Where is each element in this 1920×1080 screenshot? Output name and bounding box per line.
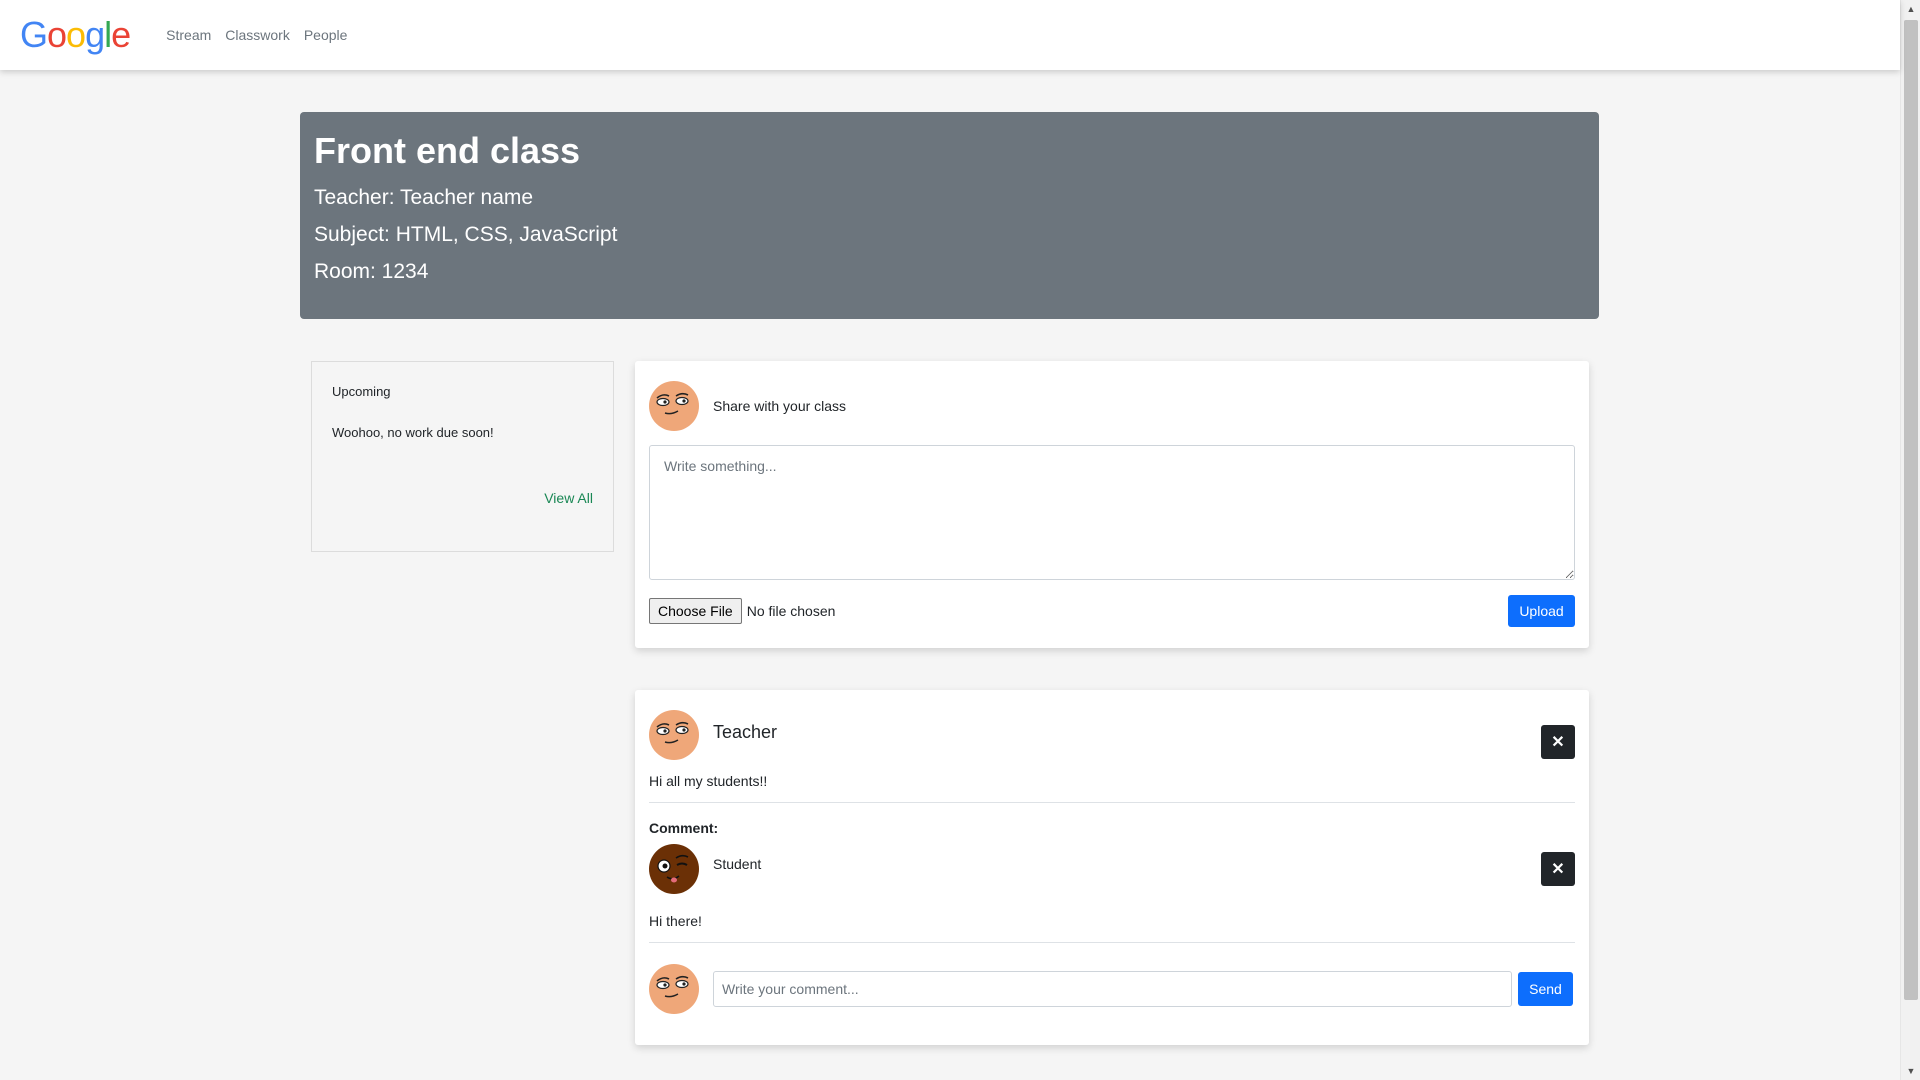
comment-body: Hi there!: [649, 913, 702, 929]
scroll-down-icon[interactable]: ▼: [1901, 1062, 1920, 1080]
share-header: Share with your class: [649, 381, 1575, 431]
class-teacher: Teacher: Teacher name: [314, 186, 534, 209]
teacher-avatar-icon: [649, 964, 699, 1014]
comment-header: Student ✕: [649, 844, 1575, 894]
share-footer: Choose File No file chosen Upload: [649, 595, 1575, 627]
logo-letter-g: G: [20, 14, 48, 55]
post-divider: [649, 802, 1575, 803]
share-card: Share with your class Choose File No fil…: [635, 361, 1589, 648]
scroll-up-icon[interactable]: ▲: [1901, 0, 1920, 18]
class-room: Room: 1234: [314, 260, 429, 283]
share-label: Share with your class: [713, 398, 847, 414]
logo-letter-o2: o: [66, 14, 86, 55]
class-title: Front end class: [314, 130, 581, 171]
teacher-avatar-icon: [649, 710, 699, 760]
share-textarea[interactable]: [649, 445, 1575, 580]
comment-author: Student: [713, 856, 762, 872]
google-logo[interactable]: Google: [20, 14, 131, 55]
teacher-avatar-icon: [649, 381, 699, 431]
post-card: Teacher ✕ Hi all my students!! Comment: …: [635, 690, 1589, 1045]
close-icon: ✕: [1551, 734, 1565, 751]
upload-button[interactable]: Upload: [1508, 595, 1575, 627]
post-header: Teacher ✕: [649, 710, 1575, 760]
close-icon: ✕: [1551, 861, 1565, 878]
class-subject: Subject: HTML, CSS, JavaScript: [314, 223, 618, 246]
comment-input[interactable]: [713, 971, 1512, 1007]
upcoming-card: Upcoming Woohoo, no work due soon! View …: [311, 361, 614, 552]
nav-links: Stream Classwork People: [166, 27, 347, 43]
logo-letter-l: l: [104, 14, 112, 55]
logo-letter-e: e: [111, 14, 131, 55]
comment-divider: [649, 942, 1575, 943]
class-banner: Front end class Teacher: Teacher name Su…: [300, 112, 1599, 319]
send-button[interactable]: Send: [1518, 972, 1573, 1006]
file-picker: Choose File No file chosen: [649, 598, 835, 624]
scroll-thumb[interactable]: [1904, 20, 1918, 1000]
nav-people[interactable]: People: [304, 27, 348, 43]
student-avatar-icon: [649, 844, 699, 894]
delete-post-button[interactable]: ✕: [1541, 725, 1575, 759]
comment-label: Comment:: [649, 820, 719, 836]
page-scrollbar[interactable]: ▲ ▼: [1900, 0, 1920, 1080]
nav-classwork[interactable]: Classwork: [225, 27, 290, 43]
upcoming-empty-text: Woohoo, no work due soon!: [332, 425, 494, 440]
choose-file-button[interactable]: Choose File: [649, 598, 742, 624]
logo-letter-g2: g: [85, 14, 105, 55]
reply-row: Send: [649, 964, 1575, 1014]
post-author: Teacher: [713, 721, 778, 742]
view-all-link[interactable]: View All: [544, 490, 593, 506]
upcoming-title: Upcoming: [332, 384, 391, 399]
delete-comment-button[interactable]: ✕: [1541, 852, 1575, 886]
post-body: Hi all my students!!: [649, 773, 768, 789]
top-navbar: Google Stream Classwork People: [0, 0, 1900, 70]
nav-stream[interactable]: Stream: [166, 27, 211, 43]
file-status: No file chosen: [746, 603, 836, 619]
logo-letter-o1: o: [47, 14, 67, 55]
